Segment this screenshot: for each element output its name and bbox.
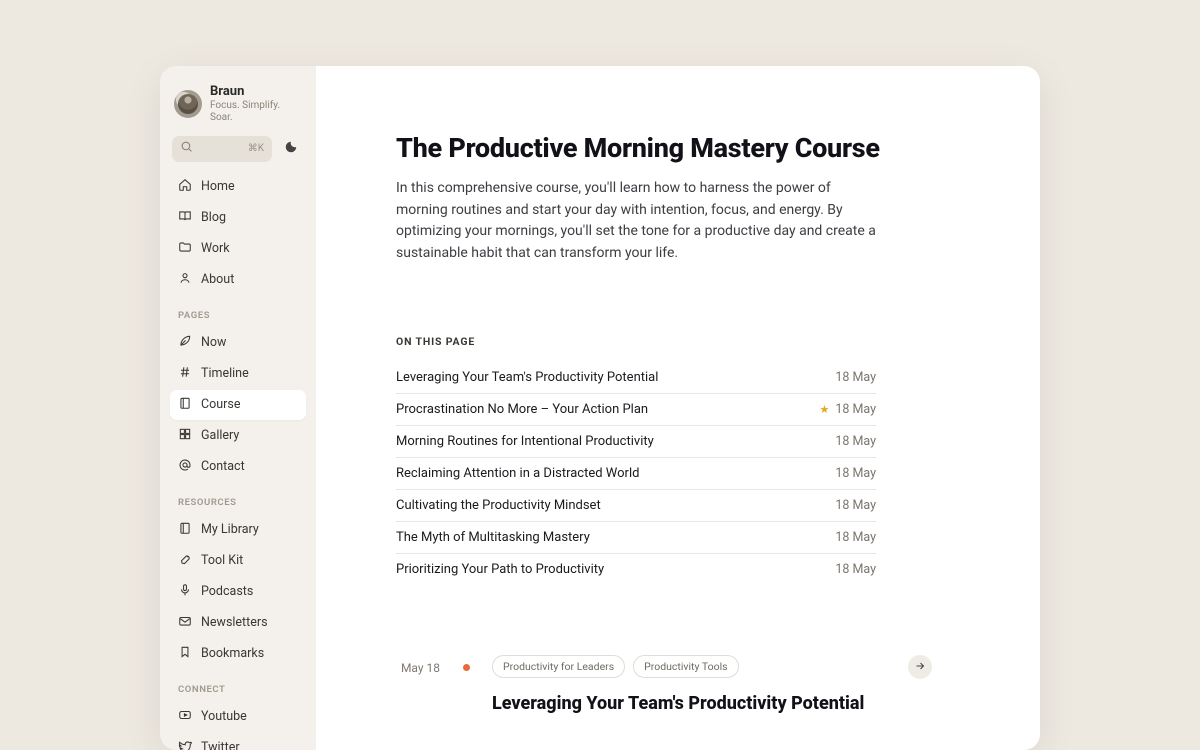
article-preview: May 18 Productivity for Leaders Producti… (396, 655, 980, 714)
nav-label: Tool Kit (201, 553, 243, 568)
otp-date: 18 May (835, 402, 876, 417)
nav-item-work[interactable]: Work (170, 234, 306, 264)
article-tags: Productivity for Leaders Productivity To… (492, 655, 739, 678)
moon-icon (284, 140, 298, 158)
otp-title: The Myth of Multitasking Mastery (396, 530, 590, 545)
hash-icon (178, 365, 192, 383)
star-icon: ★ (819, 403, 829, 416)
article-title: Leveraging Your Team's Productivity Pote… (492, 693, 980, 714)
nav-item-podcasts[interactable]: Podcasts (170, 577, 306, 607)
nav-item-blog[interactable]: Blog (170, 203, 306, 233)
nav-label: Podcasts (201, 584, 253, 599)
otp-title: Procrastination No More – Your Action Pl… (396, 402, 648, 417)
nav-label: Twitter (201, 740, 240, 750)
nav-label: Course (201, 397, 240, 412)
nav-item-home[interactable]: Home (170, 172, 306, 202)
theme-toggle[interactable] (278, 136, 304, 162)
search-input[interactable]: ⌘K (172, 136, 272, 162)
page-title: The Productive Morning Mastery Course (396, 132, 980, 164)
youtube-icon (178, 708, 192, 726)
nav-label: My Library (201, 522, 259, 537)
timeline-marker (460, 664, 472, 671)
book-icon (178, 209, 192, 227)
nav-item-library[interactable]: My Library (170, 515, 306, 545)
nav-label: Timeline (201, 366, 249, 381)
otp-title: Reclaiming Attention in a Distracted Wor… (396, 466, 639, 481)
otp-title: Prioritizing Your Path to Productivity (396, 562, 604, 577)
nav-item-toolkit[interactable]: Tool Kit (170, 546, 306, 576)
otp-date: 18 May (835, 498, 876, 513)
nav-item-bookmarks[interactable]: Bookmarks (170, 639, 306, 669)
nav-label: Contact (201, 459, 245, 474)
nav-item-about[interactable]: About (170, 265, 306, 295)
arrow-right-icon (914, 657, 926, 676)
nav-label: Work (201, 241, 230, 256)
nav-label: Gallery (201, 428, 239, 443)
avatar (174, 90, 202, 118)
search-shortcut: ⌘K (248, 143, 264, 154)
nav-label: Home (201, 179, 235, 194)
nav-label: About (201, 272, 234, 287)
at-icon (178, 458, 192, 476)
nav-label: Bookmarks (201, 646, 264, 661)
nav-item-twitter[interactable]: Twitter (170, 733, 306, 750)
nav-item-youtube[interactable]: Youtube (170, 702, 306, 732)
brand-tagline: Focus. Simplify. Soar. (210, 100, 302, 124)
otp-date: 18 May (835, 434, 876, 449)
otp-title: Leveraging Your Team's Productivity Pote… (396, 370, 658, 385)
section-title-connect: CONNECT (170, 670, 306, 701)
nav-item-now[interactable]: Now (170, 328, 306, 358)
nav-label: Blog (201, 210, 226, 225)
otp-title: Cultivating the Productivity Mindset (396, 498, 601, 513)
nav-label: Now (201, 335, 226, 350)
section-title-resources: RESOURCES (170, 483, 306, 514)
grid-icon (178, 427, 192, 445)
brand-name: Braun (210, 84, 302, 100)
open-article-button[interactable] (908, 655, 932, 679)
timeline-dot-icon (463, 664, 470, 671)
otp-item[interactable]: Reclaiming Attention in a Distracted Wor… (396, 458, 876, 490)
leaf-icon (178, 334, 192, 352)
brand: Braun Focus. Simplify. Soar. (170, 82, 306, 134)
mic-icon (178, 583, 192, 601)
tag[interactable]: Productivity for Leaders (492, 655, 625, 678)
section-title-pages: PAGES (170, 296, 306, 327)
on-this-page-list: Leveraging Your Team's Productivity Pote… (396, 362, 876, 585)
nav-item-gallery[interactable]: Gallery (170, 421, 306, 451)
nav-item-newsletters[interactable]: Newsletters (170, 608, 306, 638)
folder-icon (178, 240, 192, 258)
otp-item[interactable]: Procrastination No More – Your Action Pl… (396, 394, 876, 426)
otp-date: 18 May (835, 466, 876, 481)
sidebar: Braun Focus. Simplify. Soar. ⌘K Home (160, 66, 316, 750)
article-date: May 18 (396, 661, 440, 675)
nav-item-contact[interactable]: Contact (170, 452, 306, 482)
otp-item[interactable]: Cultivating the Productivity Mindset 18 … (396, 490, 876, 522)
otp-item[interactable]: Prioritizing Your Path to Productivity 1… (396, 554, 876, 585)
otp-item[interactable]: Leveraging Your Team's Productivity Pote… (396, 362, 876, 394)
mail-icon (178, 614, 192, 632)
nav-item-course[interactable]: Course (170, 390, 306, 420)
person-icon (178, 271, 192, 289)
otp-date: 18 May (835, 370, 876, 385)
twitter-icon (178, 739, 192, 750)
otp-date: 18 May (835, 562, 876, 577)
nav-label: Youtube (201, 709, 247, 724)
otp-item[interactable]: Morning Routines for Intentional Product… (396, 426, 876, 458)
book-open-icon (178, 396, 192, 414)
wrench-icon (178, 552, 192, 570)
library-icon (178, 521, 192, 539)
tag[interactable]: Productivity Tools (633, 655, 738, 678)
on-this-page-label: ON THIS PAGE (396, 335, 980, 348)
nav-item-timeline[interactable]: Timeline (170, 359, 306, 389)
otp-item[interactable]: The Myth of Multitasking Mastery 18 May (396, 522, 876, 554)
nav-label: Newsletters (201, 615, 268, 630)
search-icon (180, 140, 193, 157)
bookmark-icon (178, 645, 192, 663)
otp-title: Morning Routines for Intentional Product… (396, 434, 654, 449)
main-content: The Productive Morning Mastery Course In… (316, 66, 1040, 750)
home-icon (178, 178, 192, 196)
page-description: In this comprehensive course, you'll lea… (396, 178, 876, 265)
otp-date: 18 May (835, 530, 876, 545)
